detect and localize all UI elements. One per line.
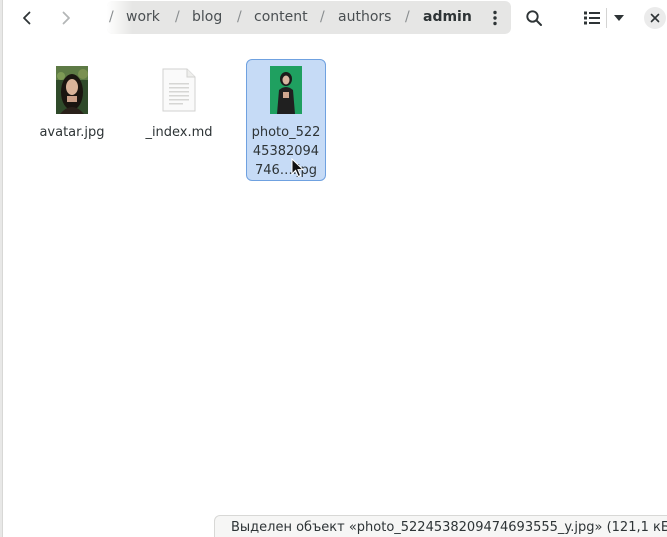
- file-name-line: 746….jpg: [254, 163, 318, 178]
- image-thumbnail: [56, 65, 88, 115]
- path-segment-work[interactable]: work: [126, 1, 160, 34]
- file-grid[interactable]: avatar.jpg _index.md photo_522 45382094 …: [3, 38, 667, 537]
- view-options-button[interactable]: [607, 3, 631, 33]
- file-name-line: 45382094: [252, 144, 320, 159]
- file-name: _index.md: [145, 125, 213, 140]
- text-document-icon: [162, 68, 196, 112]
- portrait-photo-icon: [56, 66, 88, 114]
- file-name-line: photo_522: [251, 125, 321, 140]
- pan-down-icon: [614, 15, 624, 21]
- search-button[interactable]: [519, 3, 549, 33]
- file-item-index-md[interactable]: _index.md: [139, 60, 219, 182]
- back-button[interactable]: [12, 3, 42, 33]
- forward-button[interactable]: [51, 3, 81, 33]
- image-thumbnail: [270, 65, 302, 115]
- close-button-background: [644, 7, 666, 29]
- path-separator: /: [320, 9, 325, 25]
- path-segment-content[interactable]: content: [254, 1, 308, 34]
- search-icon: [526, 10, 542, 26]
- path-leading-separator: /: [109, 9, 114, 25]
- path-separator: /: [175, 9, 180, 25]
- path-separator: /: [405, 9, 410, 25]
- view-mode-button[interactable]: [578, 3, 606, 33]
- status-bar: Выделен объект «photo_522453820947469355…: [214, 515, 667, 537]
- file-name: photo_522 45382094 746….jpg: [248, 123, 324, 180]
- file-item-photo-selected[interactable]: photo_522 45382094 746….jpg: [246, 59, 326, 181]
- file-item-avatar[interactable]: avatar.jpg: [32, 60, 112, 182]
- text-file-thumbnail: [161, 65, 197, 115]
- path-bar: / work / blog / content / authors / admi…: [107, 1, 511, 34]
- folder-menu-button[interactable]: [481, 4, 509, 32]
- path-segment-blog[interactable]: blog: [192, 1, 222, 34]
- view-more-icon: [493, 10, 497, 26]
- list-view-icon: [584, 11, 600, 25]
- path-segment-admin[interactable]: admin: [423, 1, 472, 34]
- header-bar: / work / blog / content / authors / admi…: [3, 0, 667, 38]
- mouse-pointer-icon: [291, 158, 305, 178]
- go-next-icon: [62, 11, 70, 25]
- file-name: avatar.jpg: [39, 125, 105, 140]
- path-separator: /: [237, 9, 242, 25]
- portrait-photo-icon: [270, 66, 302, 114]
- close-icon: [650, 13, 660, 23]
- path-segment-authors[interactable]: authors: [338, 1, 391, 34]
- close-window-button[interactable]: [643, 3, 667, 33]
- go-previous-icon: [23, 11, 31, 25]
